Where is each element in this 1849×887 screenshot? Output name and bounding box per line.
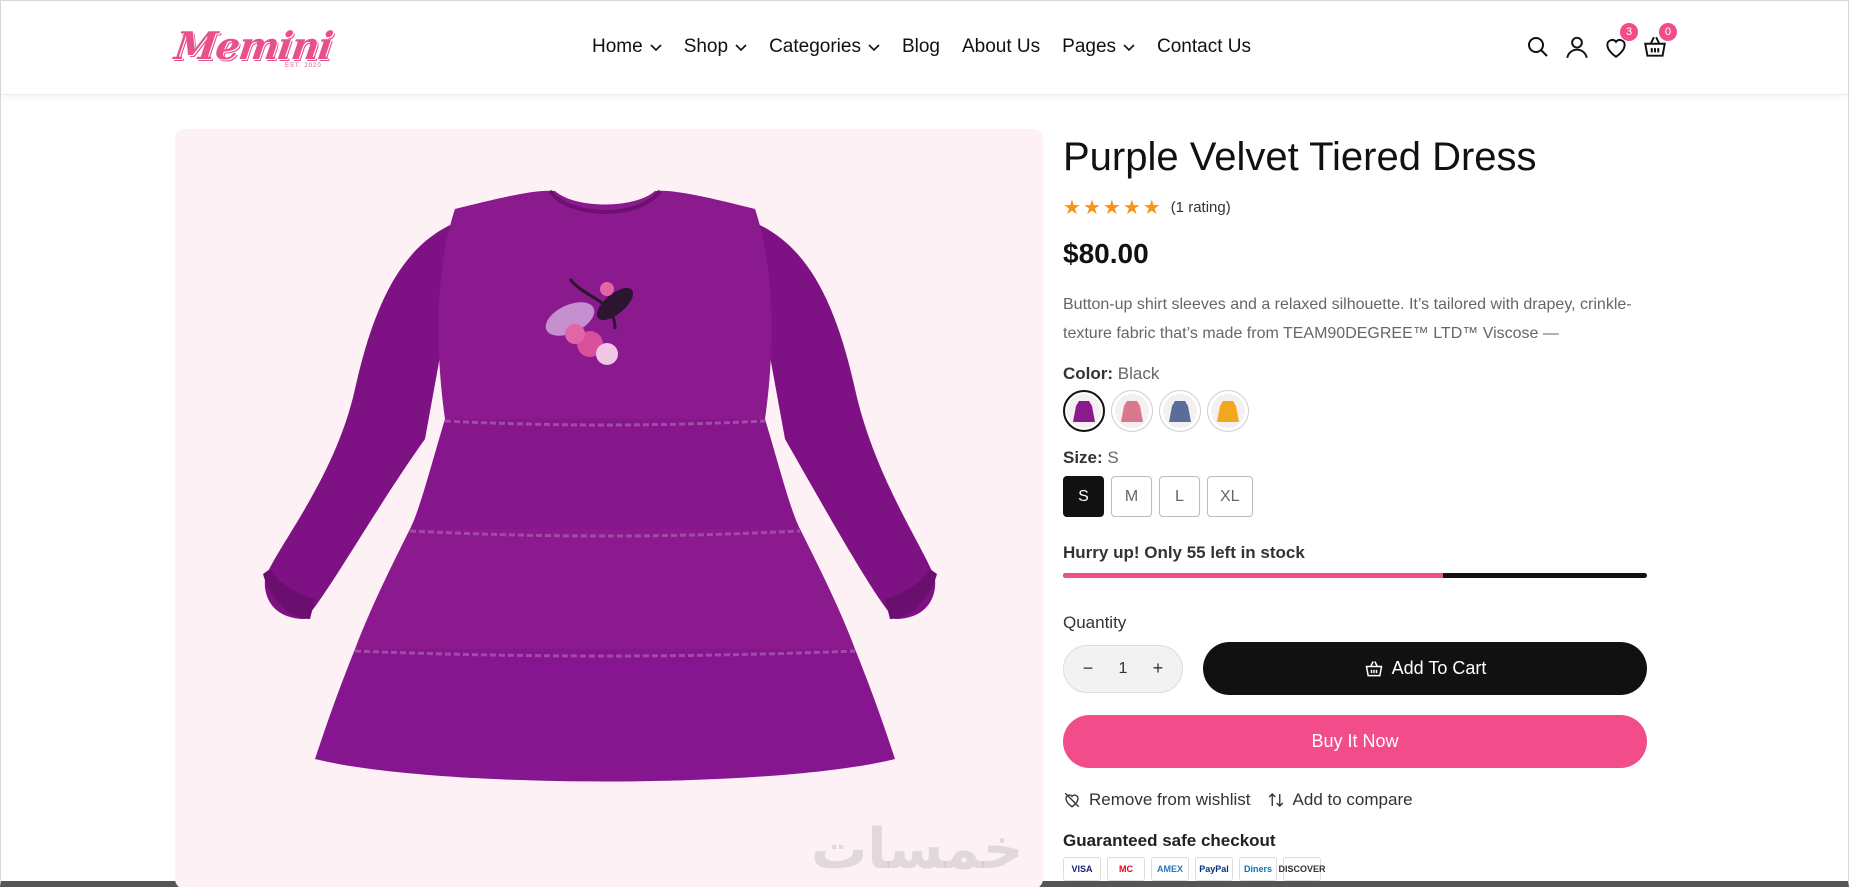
quantity-stepper: − + <box>1063 644 1183 693</box>
chevron-down-icon <box>868 44 880 52</box>
color-swatches <box>1063 390 1647 432</box>
size-option-label: Size: S <box>1063 448 1647 468</box>
chevron-down-icon <box>650 44 662 52</box>
wishlist-button[interactable]: 3 <box>1602 23 1638 61</box>
nav-item-label: Contact Us <box>1157 36 1251 57</box>
product-rating[interactable]: ★ ★ ★ ★ ★ (1 rating) <box>1063 195 1647 220</box>
nav-item-categories[interactable]: Categories <box>769 36 880 58</box>
star-icon: ★ <box>1102 197 1121 219</box>
payment-methods: VISA MC AMEX PayPal Diners DISCOVER <box>1063 857 1647 881</box>
remove-from-wishlist-link[interactable]: Remove from wishlist <box>1063 790 1251 810</box>
nav-item-label: Blog <box>901 36 940 57</box>
stock-progress-fill <box>1063 573 1443 578</box>
chevron-down-icon <box>1123 44 1135 52</box>
buy-now-button[interactable]: Buy It Now <box>1063 715 1647 768</box>
size-options: S M L XL <box>1063 476 1647 517</box>
search-button[interactable] <box>1524 33 1552 61</box>
compare-arrows-icon <box>1268 793 1283 807</box>
rating-count: (1 rating) <box>1170 199 1231 216</box>
size-option-l[interactable]: L <box>1159 476 1200 517</box>
add-to-compare-link[interactable]: Add to compare <box>1267 790 1413 810</box>
product-image-gallery[interactable]: خمسات <box>175 129 1043 887</box>
nav-item-about-us[interactable]: About Us <box>962 36 1040 58</box>
color-swatch-purple-dress[interactable] <box>1063 390 1105 432</box>
color-value: Black <box>1117 364 1160 383</box>
main-nav: Home Shop Categories Blog About Us Pages Conta… <box>592 36 1273 58</box>
add-to-cart-label: Add To Cart <box>1391 658 1487 678</box>
cart-button[interactable]: 0 <box>1641 23 1677 61</box>
nav-item-label: Home <box>592 36 643 57</box>
color-option-label: Color: Black <box>1063 364 1647 384</box>
cart-count-badge: 0 <box>1659 23 1677 41</box>
add-to-compare-label: Add to compare <box>1292 790 1413 809</box>
color-swatch-pink-floral-dress[interactable] <box>1111 390 1153 432</box>
search-icon <box>1528 37 1548 57</box>
account-button[interactable] <box>1563 33 1591 61</box>
size-option-s[interactable]: S <box>1063 476 1104 517</box>
nav-item-label: Shop <box>683 36 729 57</box>
product-price: $80.00 <box>1063 238 1149 269</box>
star-icon: ★ <box>1082 197 1101 219</box>
payment-icon-discover: DISCOVER <box>1279 857 1326 881</box>
size-value: S <box>1107 448 1119 467</box>
nav-item-shop[interactable]: Shop <box>684 36 747 58</box>
quantity-input[interactable] <box>1103 659 1143 678</box>
header-actions: 3 0 <box>1524 23 1680 61</box>
watermark-text: خمسات <box>811 817 1024 882</box>
quantity-decrease-button[interactable]: − <box>1078 658 1098 679</box>
color-label: Color: <box>1063 364 1114 383</box>
nav-item-contact-us[interactable]: Contact Us <box>1157 36 1251 58</box>
product-actions: Remove from wishlist Add to compare <box>1063 790 1647 810</box>
product-description: Button-up shirt sleeves and a relaxed si… <box>1063 296 1632 342</box>
product-info: Purple Velvet Tiered Dress ★ ★ ★ ★ ★ (1 rati… <box>1063 129 1647 881</box>
payment-icon-amex: AMEX <box>1151 857 1189 881</box>
product-main-image <box>263 189 937 782</box>
stock-message: Hurry up! Only 55 left in stock <box>1063 543 1305 562</box>
nav-item-label: Pages <box>1062 36 1117 57</box>
color-swatch-blue-plaid-shirt[interactable] <box>1159 390 1201 432</box>
quantity-label: Quantity <box>1063 613 1127 632</box>
brand-logo[interactable]: Memini EST. 2020 <box>172 23 335 73</box>
nav-item-blog[interactable]: Blog <box>902 36 940 58</box>
swatch-thumbnail <box>1163 394 1197 428</box>
brand-logo-text: Memini <box>171 23 336 68</box>
nav-item-label: About Us <box>961 36 1041 57</box>
swatch-thumbnail <box>1067 394 1101 428</box>
buy-now-label: Buy It Now <box>1311 731 1399 751</box>
basket-icon <box>1365 660 1383 676</box>
rating-stars: ★ ★ ★ ★ ★ <box>1063 195 1163 220</box>
swatch-thumbnail <box>1211 394 1245 428</box>
payment-icon-mc: MC <box>1107 857 1145 881</box>
quantity-increase-button[interactable]: + <box>1148 658 1168 679</box>
safe-checkout-label: Guaranteed safe checkout <box>1063 831 1276 850</box>
add-to-cart-button[interactable]: Add To Cart <box>1203 642 1647 695</box>
stock-progress-bar <box>1063 573 1647 578</box>
nav-item-pages[interactable]: Pages <box>1062 36 1135 58</box>
color-swatch-yellow-dress[interactable] <box>1207 390 1249 432</box>
nav-item-home[interactable]: Home <box>592 36 662 58</box>
site-header: Memini EST. 2020 Home Shop Categories Blog A… <box>1 1 1848 95</box>
chevron-down-icon <box>735 44 747 52</box>
size-option-m[interactable]: M <box>1111 476 1152 517</box>
heart-off-icon <box>1064 792 1080 808</box>
nav-item-label: Categories <box>769 36 861 57</box>
size-label: Size: <box>1063 448 1103 467</box>
payment-icon-diners: Diners <box>1239 857 1277 881</box>
star-icon: ★ <box>1142 197 1161 219</box>
star-icon: ★ <box>1063 197 1081 219</box>
product-title: Purple Velvet Tiered Dress <box>1063 135 1537 179</box>
payment-icon-visa: VISA <box>1063 857 1101 881</box>
size-option-xl[interactable]: XL <box>1207 476 1253 517</box>
payment-icon-paypal: PayPal <box>1195 857 1233 881</box>
swatch-thumbnail <box>1115 394 1149 428</box>
brand-logo-tagline: EST. 2020 <box>285 63 322 69</box>
remove-from-wishlist-label: Remove from wishlist <box>1089 790 1251 809</box>
wishlist-count-badge: 3 <box>1620 23 1638 41</box>
cart-row: − + Add To Cart <box>1063 642 1647 695</box>
user-icon <box>1566 36 1588 59</box>
star-icon: ★ <box>1122 197 1141 219</box>
